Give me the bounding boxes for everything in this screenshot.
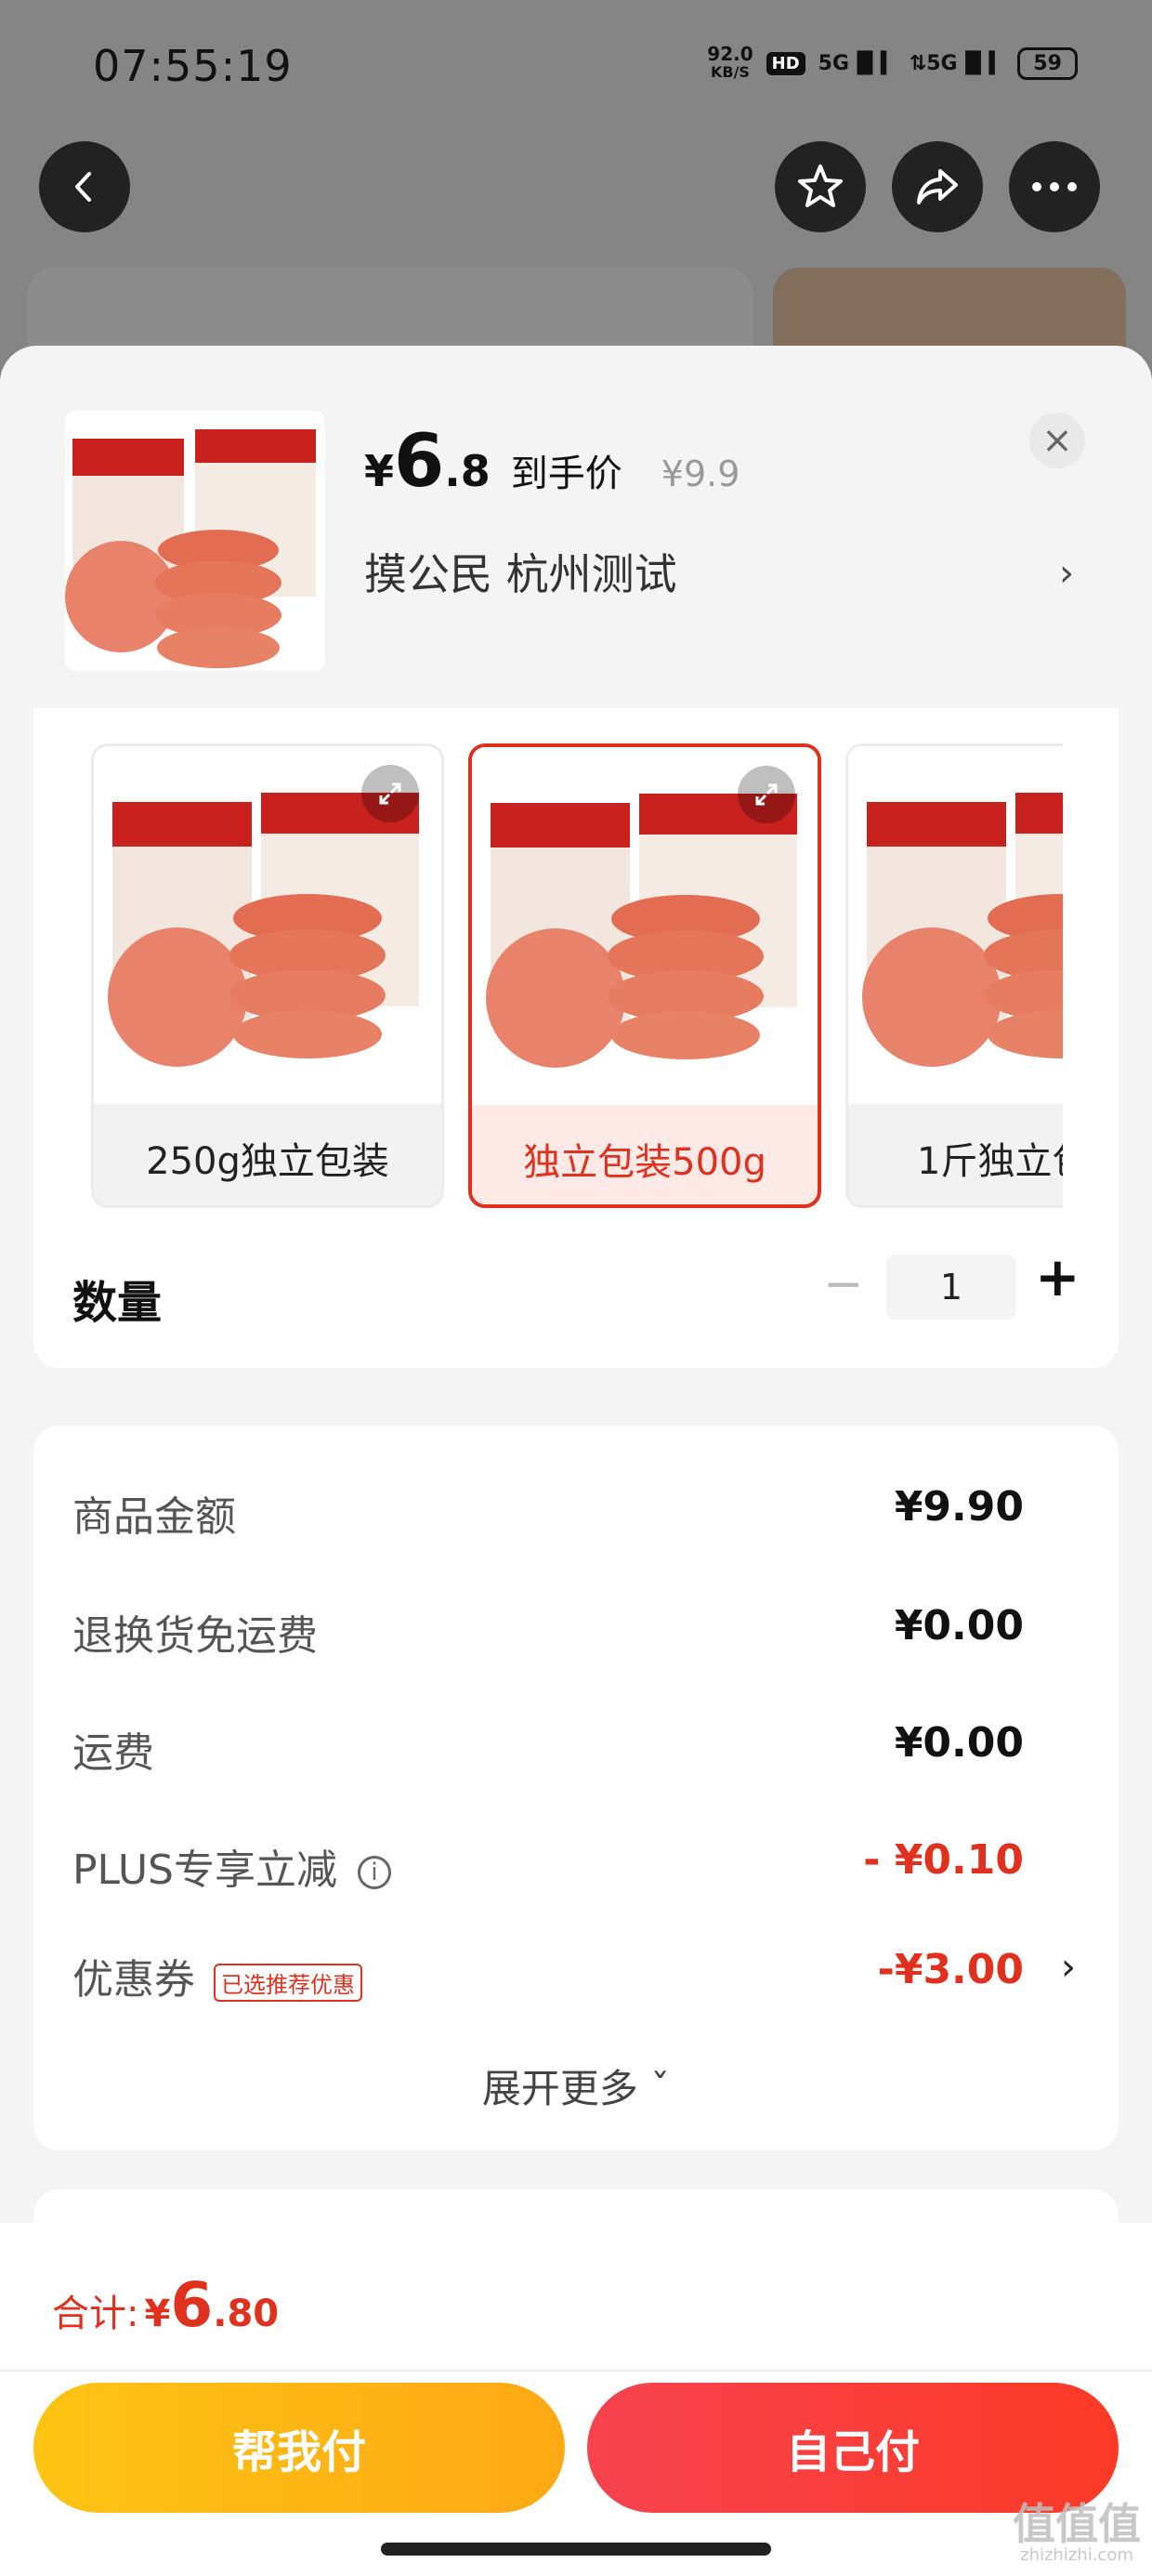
expand-icon[interactable] (361, 765, 419, 822)
signal-2-label: 5G (926, 51, 958, 75)
signal-5g-icon: 5G▐▌▍ (818, 51, 897, 75)
sku-label: 独立包装500g (523, 1140, 766, 1184)
favorite-button[interactable] (775, 141, 866, 232)
sheet-header: ¥ 6 .8 到手价 ¥9.9 摸公民 杭州测试 › × (0, 346, 1152, 708)
coupon-badge: 已选推荐优惠 (214, 1963, 362, 2002)
share-button[interactable] (892, 141, 983, 232)
persimmon-image (862, 793, 1063, 1067)
fee-label: 退换货免运费 (72, 1612, 318, 1660)
total-decimal: .80 (213, 2293, 280, 2335)
watermark-sub: zhizhizhi.com (1020, 2545, 1133, 2565)
more-dots-icon (1032, 182, 1077, 191)
chevron-right-icon[interactable]: › (1061, 1946, 1076, 1989)
share-icon (917, 169, 958, 204)
signal-5g-icon-2: ⇅5G▐▌▍ (909, 51, 1005, 75)
total-label: 合计: (52, 2293, 139, 2335)
sku-option-1jin[interactable]: 1斤独立包装 (845, 743, 1063, 1208)
fee-row: 运费 ¥0.00 (72, 1719, 1076, 1794)
signal-1-label: 5G (818, 51, 850, 75)
sku-option-250g[interactable]: 250g独立包装 (91, 743, 444, 1208)
persimmon-image (65, 429, 316, 668)
price-symbol: ¥ (364, 446, 395, 496)
sku-image (848, 746, 1063, 1104)
sku-strip[interactable]: 250g独立包装 独立包装500g 1斤独立 (33, 743, 1063, 1217)
net-speed-value: 92.0 (707, 43, 753, 65)
total-row: 合计: ¥ 6 .80 (52, 2269, 279, 2341)
sku-image (472, 747, 818, 1105)
hd-badge: HD (766, 51, 805, 75)
status-bar: 07:55:19 92.0 KB/S HD 5G▐▌▍ ⇅5G▐▌▍ 59 (0, 0, 1152, 130)
sku-panel: 250g独立包装 独立包装500g 1斤独立 数量 − 1 + (33, 708, 1119, 1368)
delivery-address[interactable]: 摸公民 杭州测试 (364, 541, 677, 602)
total-symbol: ¥ (144, 2293, 171, 2335)
price-row: ¥ 6 .8 到手价 ¥9.9 (364, 420, 740, 504)
price-integer: 6 (394, 420, 445, 504)
watermark-main: 值值值 (1013, 2499, 1141, 2549)
fee-label: PLUS专享立减 i (72, 1836, 391, 1896)
quantity-label: 数量 (72, 1277, 163, 1329)
battery-icon: 59 (1017, 46, 1078, 80)
coupon-value: -¥3.00 (877, 1946, 1024, 1993)
quantity-minus-button[interactable]: − (823, 1256, 864, 1312)
fee-panel: 商品金额 ¥9.90 退换货免运费 ¥0.00 运费 ¥0.00 PLUS专享立… (33, 1426, 1119, 2150)
fee-label: 运费 (72, 1729, 154, 1777)
net-speed: 92.0 KB/S (707, 45, 753, 82)
fee-label: 优惠券 已选推荐优惠 (72, 1946, 362, 2005)
back-button[interactable] (39, 141, 130, 232)
fee-value: ¥9.90 (894, 1483, 1024, 1531)
status-time: 07:55:19 (93, 41, 293, 91)
status-icons: 92.0 KB/S HD 5G▐▌▍ ⇅5G▐▌▍ 59 (707, 45, 1078, 82)
checkout-footer: 合计: ¥ 6 .80 帮我付 自己付 值值值 zhizhizhi.com (0, 2223, 1152, 2576)
sku-label: 1斤独立包装 (917, 1139, 1063, 1183)
fee-value: ¥0.00 (894, 1719, 1024, 1767)
fee-row-plus: PLUS专享立减 i - ¥0.10 (72, 1836, 1076, 1911)
fee-label: 商品金额 (72, 1493, 236, 1541)
product-thumbnail[interactable] (65, 411, 325, 671)
sku-image (94, 746, 441, 1104)
expand-icon[interactable] (738, 766, 795, 823)
total-integer: 6 (170, 2269, 214, 2341)
help-pay-button[interactable]: 帮我付 (33, 2383, 565, 2513)
quantity-plus-button[interactable]: + (1035, 1245, 1080, 1308)
plus-discount-value: - ¥0.10 (863, 1836, 1024, 1884)
coupon-row[interactable]: 优惠券 已选推荐优惠 -¥3.00 › (72, 1946, 1076, 2020)
star-icon (798, 164, 843, 207)
divider (0, 2370, 1152, 2372)
fee-row: 退换货免运费 ¥0.00 (72, 1602, 1076, 1676)
more-button[interactable] (1009, 141, 1100, 232)
info-icon[interactable]: i (358, 1856, 391, 1889)
expand-more-button[interactable]: 展开更多 ˇ (33, 2057, 1119, 2114)
net-speed-unit: KB/S (710, 63, 750, 81)
close-button[interactable]: × (1029, 413, 1085, 468)
sku-option-500g[interactable]: 独立包装500g (468, 743, 821, 1208)
fee-value: ¥0.00 (894, 1602, 1024, 1649)
price-label: 到手价 (510, 453, 622, 495)
quantity-input[interactable]: 1 (886, 1255, 1016, 1320)
sku-label: 250g独立包装 (146, 1139, 389, 1183)
price-decimal: .8 (444, 446, 491, 496)
self-pay-button[interactable]: 自己付 (587, 2383, 1119, 2513)
home-indicator[interactable] (381, 2543, 771, 2556)
address-chevron-icon[interactable]: › (1059, 552, 1074, 595)
chevron-left-icon (75, 172, 91, 202)
fee-row: 商品金额 ¥9.90 (72, 1483, 1076, 1557)
original-price: ¥9.9 (661, 453, 740, 494)
watermark: 值值值 zhizhizhi.com (1013, 2502, 1141, 2565)
plus-discount-label: PLUS专享立减 (72, 1847, 337, 1894)
coupon-label: 优惠券 (72, 1956, 195, 2004)
